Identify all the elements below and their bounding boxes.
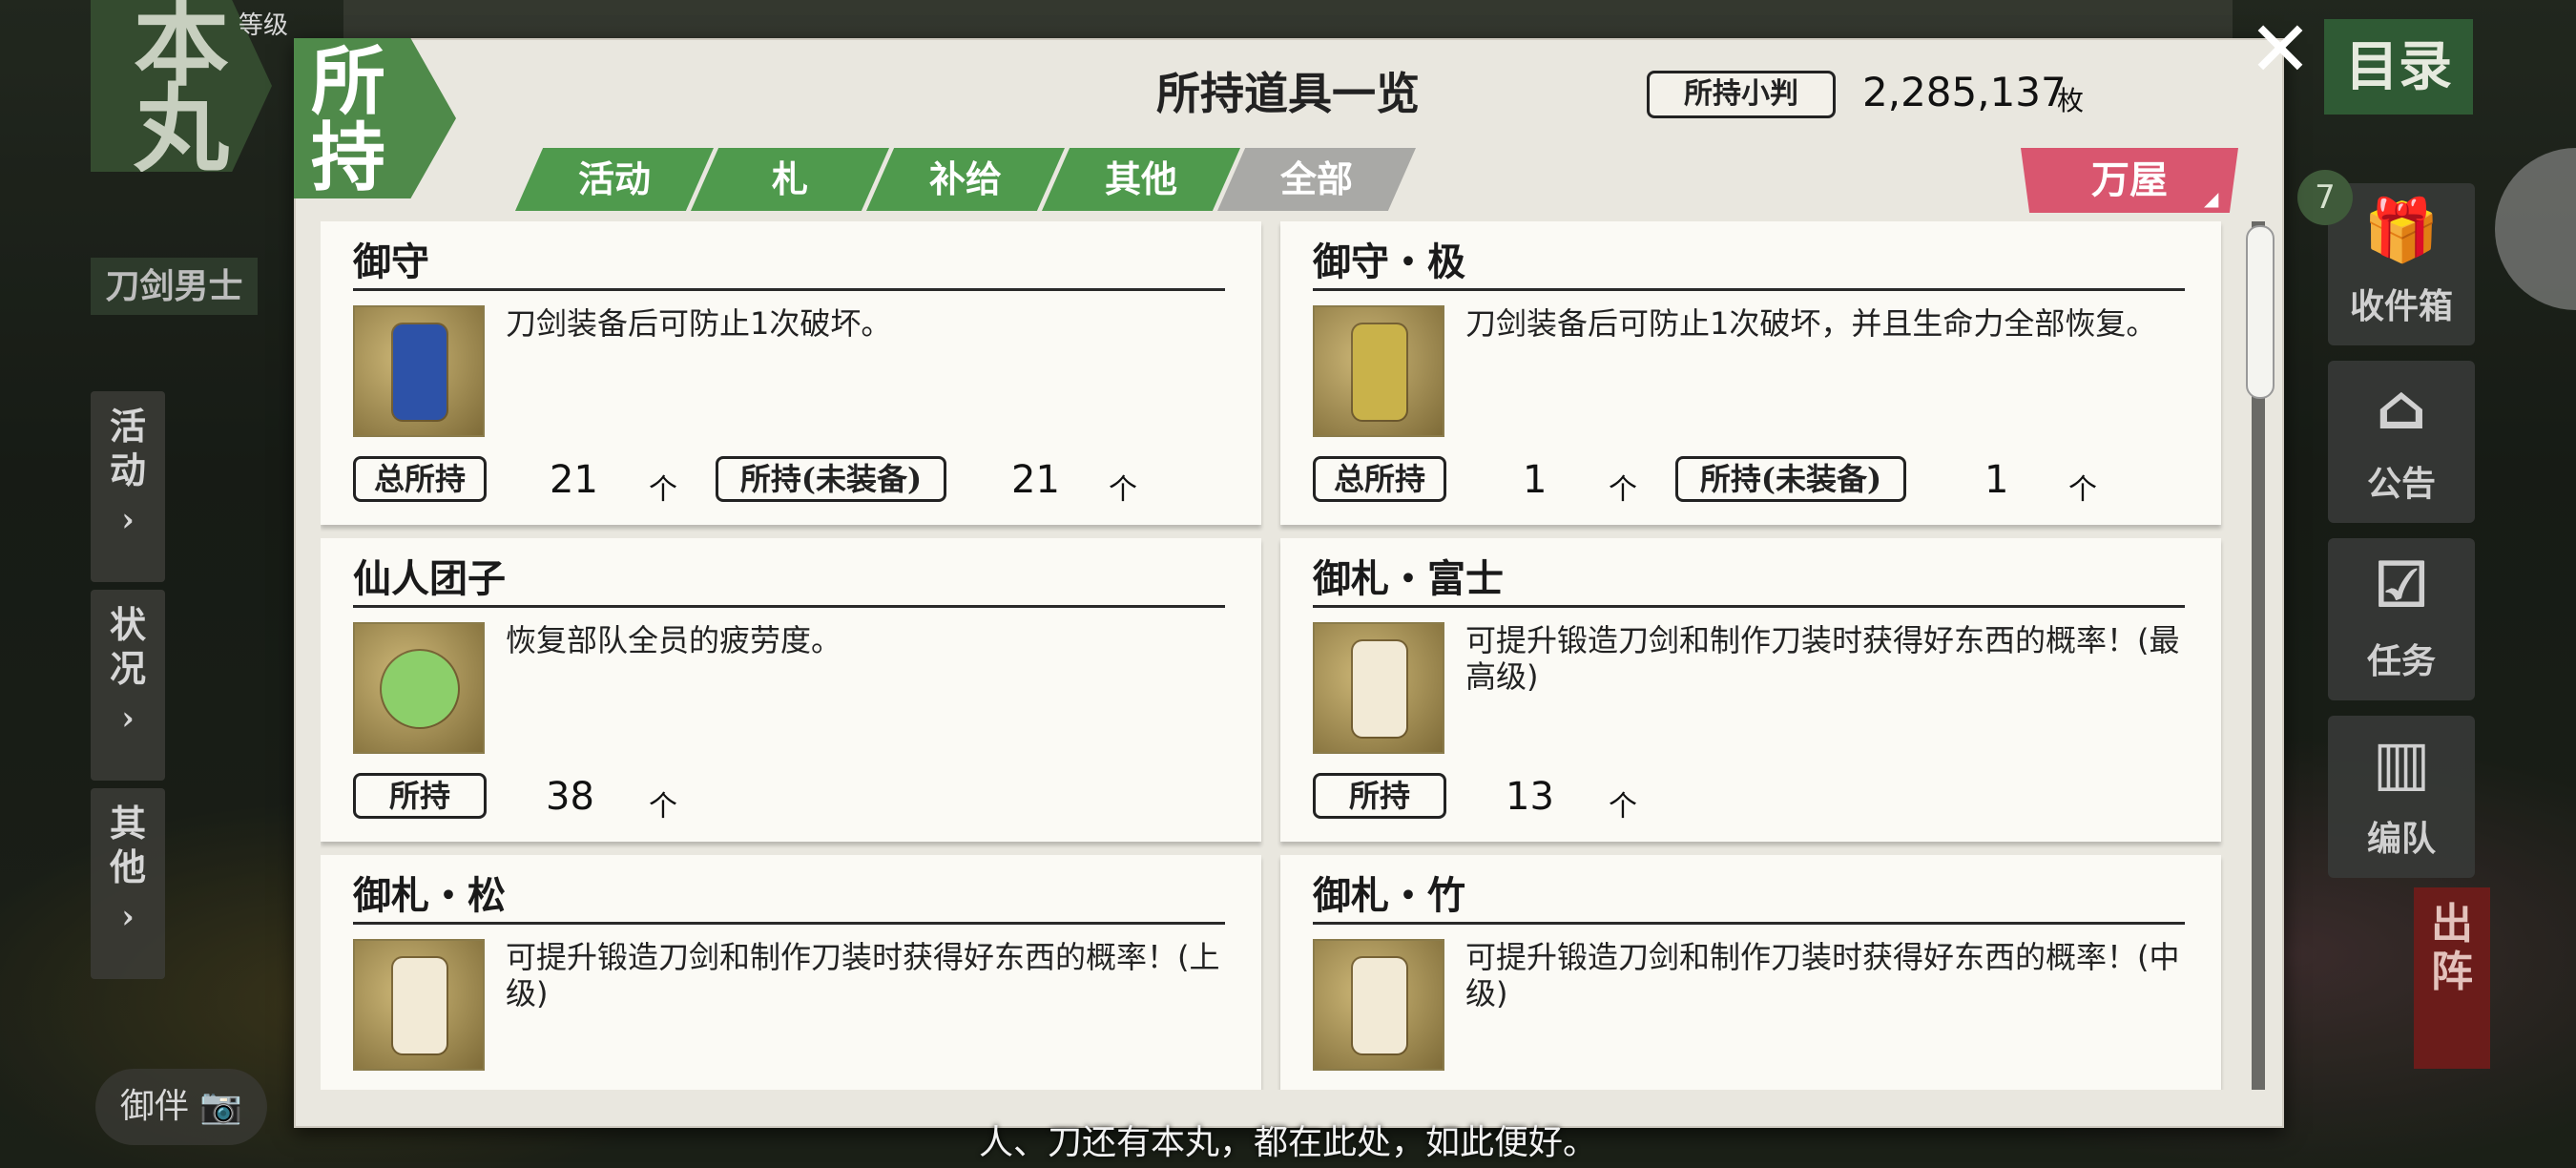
quest-button[interactable]: ☑ 任务 [2328, 538, 2475, 700]
item-description: 刀剑装备后可防止1次破坏。 [506, 305, 892, 342]
modal-title: 所持道具一览 [1156, 68, 1420, 119]
formation-icon: ▥ [2372, 727, 2431, 799]
corner-arrow-icon: ◢ [2204, 187, 2219, 210]
item-card[interactable]: 御札・松 可提升锻造刀剑和制作刀装时获得好东西的概率！(上级) [321, 855, 1261, 1090]
omamori-kiwame-icon [1313, 305, 1444, 437]
divider [353, 605, 1225, 608]
chevron-right-icon: › [121, 898, 135, 936]
touken-danshi-label[interactable]: 刀剑男士 [91, 258, 258, 315]
unit-label: 个 [2068, 473, 2097, 507]
unequipped-value: 1 [1984, 458, 2009, 502]
unequipped-label: 所持(未装备) [1675, 456, 1906, 502]
unit-label: 个 [1109, 473, 1137, 507]
top-resource-bar [343, 0, 2233, 38]
dango-icon [353, 622, 485, 754]
item-swatch [393, 324, 447, 420]
chevron-right-icon: › [121, 699, 135, 738]
unequipped-value: 21 [1011, 458, 1060, 502]
item-card[interactable]: 仙人团子 恢复部队全员的疲劳度。 所持 38 个 [321, 538, 1261, 842]
notice-label: 公告 [2366, 464, 2436, 504]
inbox-label: 收件箱 [2349, 286, 2453, 326]
scrollbar-thumb[interactable] [2246, 225, 2275, 399]
item-card[interactable]: 御札・竹 可提升锻造刀剑和制作刀装时获得好东西的概率！(中级) [1280, 855, 2221, 1090]
item-swatch [1353, 324, 1406, 420]
item-description: 刀剑装备后可防止1次破坏，并且生命力全部恢复。 [1465, 305, 2157, 342]
unit-label: 个 [1609, 790, 1637, 824]
chevron-right-icon: › [121, 501, 135, 539]
item-description: 可提升锻造刀剑和制作刀装时获得好东西的概率！(最高级) [1465, 622, 2180, 695]
fuda-take-icon [1313, 939, 1444, 1071]
tab-all[interactable]: 全部 [1217, 148, 1416, 211]
left-nav-other[interactable]: 其他 › [91, 788, 165, 979]
unit-label: 个 [1609, 473, 1637, 507]
unit-label: 个 [649, 790, 677, 824]
close-icon[interactable]: ✕ [2242, 11, 2318, 88]
dialogue-subtitle: 人、刀还有本丸，都在此处，如此便好。 [978, 1123, 1597, 1162]
divider [353, 288, 1225, 291]
item-description: 可提升锻造刀剑和制作刀装时获得好东西的概率！(上级) [506, 939, 1220, 1012]
koban-label: 所持小判 [1647, 71, 1836, 118]
divider [1313, 288, 2185, 291]
koban-unit: 枚 [2057, 85, 2085, 116]
item-list[interactable]: 御守 刀剑装备后可防止1次破坏。 总所持 21 个 所持(未装备) 21 个 御… [321, 221, 2238, 1090]
quest-label: 任务 [2366, 641, 2436, 681]
owned-value: 38 [546, 775, 594, 819]
item-card[interactable]: 御札・富士 可提升锻造刀剑和制作刀装时获得好东西的概率！(最高级) 所持 13 … [1280, 538, 2221, 842]
item-name: 御札・富士 [1313, 556, 1504, 601]
item-description: 恢复部队全员的疲劳度。 [506, 622, 842, 658]
fuda-matsu-icon [353, 939, 485, 1071]
item-swatch [1353, 958, 1406, 1053]
unequipped-label: 所持(未装备) [716, 456, 946, 502]
item-card[interactable]: 御守 刀剑装备后可防止1次破坏。 总所持 21 个 所持(未装备) 21 个 [321, 221, 1261, 525]
formation-button[interactable]: ▥ 编队 [2328, 716, 2475, 878]
item-card[interactable]: 御守・极 刀剑装备后可防止1次破坏，并且生命力全部恢复。 总所持 1 个 所持(… [1280, 221, 2221, 525]
item-name: 御守・极 [1313, 240, 1465, 284]
left-nav-activity[interactable]: 活动 › [91, 391, 165, 582]
owned-label: 所持 [353, 773, 487, 819]
item-description: 可提升锻造刀剑和制作刀装时获得好东西的概率！(中级) [1465, 939, 2180, 1012]
inbox-count-badge: 7 [2297, 170, 2353, 225]
koban-value: 2,285,137 [1862, 69, 2067, 115]
item-swatch [382, 651, 458, 727]
left-nav-status-label: 状况 [110, 603, 147, 690]
item-name: 仙人团子 [353, 556, 506, 601]
total-owned-label: 总所持 [353, 456, 487, 502]
owned-value: 13 [1506, 775, 1554, 819]
tab-other[interactable]: 其他 [1042, 148, 1240, 211]
divider [1313, 922, 2185, 925]
tab-activity[interactable]: 活动 [515, 148, 714, 211]
level-label: 等级 [239, 11, 289, 40]
formation-label: 编队 [2366, 819, 2436, 859]
divider [1313, 605, 2185, 608]
item-swatch [1353, 641, 1406, 737]
sortie-button[interactable]: 出阵 [2414, 887, 2490, 1069]
item-name: 御札・松 [353, 873, 506, 918]
item-name: 御札・竹 [1313, 873, 1465, 918]
total-owned-value: 1 [1523, 458, 1548, 502]
total-owned-label: 总所持 [1313, 456, 1446, 502]
checklist-icon: ☑ [2374, 550, 2429, 621]
notice-button[interactable]: ⌂ 公告 [2328, 361, 2475, 523]
left-nav-other-label: 其他 [110, 802, 147, 888]
item-swatch [393, 958, 447, 1053]
omamori-icon [353, 305, 485, 437]
left-nav-status[interactable]: 状况 › [91, 590, 165, 781]
house-icon: ⌂ [2376, 372, 2427, 444]
total-owned-value: 21 [550, 458, 598, 502]
tab-fuda[interactable]: 札 [691, 148, 889, 211]
modal-flag-label: 所持 [311, 38, 386, 201]
menu-button[interactable]: 目录 [2324, 19, 2473, 115]
owned-label: 所持 [1313, 773, 1446, 819]
item-name: 御守 [353, 240, 429, 284]
tab-supply[interactable]: 补给 [866, 148, 1065, 211]
divider [353, 922, 1225, 925]
left-nav-activity-label: 活动 [110, 405, 147, 491]
fuda-fuji-icon [1313, 622, 1444, 754]
unit-label: 个 [649, 473, 677, 507]
sortie-label: 出阵 [2431, 900, 2473, 996]
